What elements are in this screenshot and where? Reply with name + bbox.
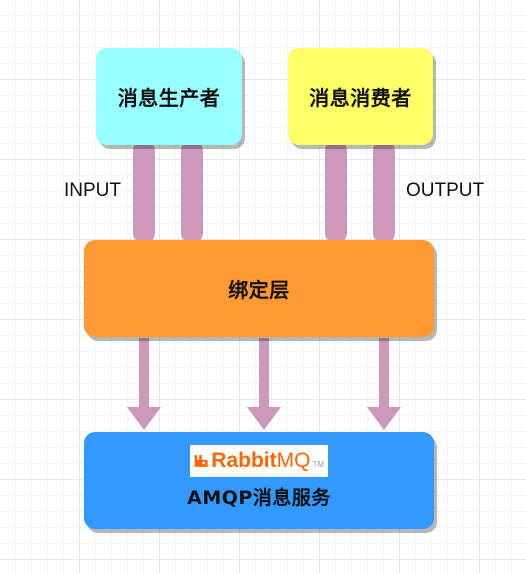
input-label: INPUT	[64, 180, 121, 201]
producer-label: 消息生产者	[117, 86, 221, 110]
consumer-node: 消息消费者	[288, 48, 433, 145]
arrow-group	[127, 338, 401, 430]
arrow-binding-to-amqp-3	[367, 338, 401, 430]
rabbitmq-logo-trademark: TM	[312, 459, 324, 469]
pipe-producer-1	[133, 140, 155, 244]
arrow-binding-to-amqp-1	[127, 338, 161, 430]
output-label: OUTPUT	[406, 180, 485, 201]
rabbitmq-logo: Rabbit MQ TM	[190, 445, 328, 477]
rabbitmq-logo-word-bold: Rabbit	[211, 449, 277, 472]
producer-node: 消息生产者	[96, 48, 242, 145]
pipe-consumer-2	[373, 140, 395, 244]
pipe-consumer-1	[325, 140, 347, 244]
diagram: 消息生产者 消息消费者 INPUT OUTPUT 绑定层 Rabbit MQ T…	[0, 0, 526, 573]
amqp-service-node: Rabbit MQ TM AMQP消息服务	[84, 432, 434, 529]
pipe-group	[133, 140, 395, 244]
binding-layer-node: 绑定层	[84, 240, 434, 337]
rabbitmq-logo-icon	[194, 455, 208, 467]
rabbitmq-logo-word-light: MQ	[276, 449, 311, 472]
consumer-label: 消息消费者	[309, 86, 412, 110]
pipe-producer-2	[181, 140, 203, 244]
amqp-service-label: AMQP消息服务	[187, 487, 331, 509]
arrow-binding-to-amqp-2	[247, 338, 281, 430]
binding-layer-label: 绑定层	[228, 278, 290, 302]
